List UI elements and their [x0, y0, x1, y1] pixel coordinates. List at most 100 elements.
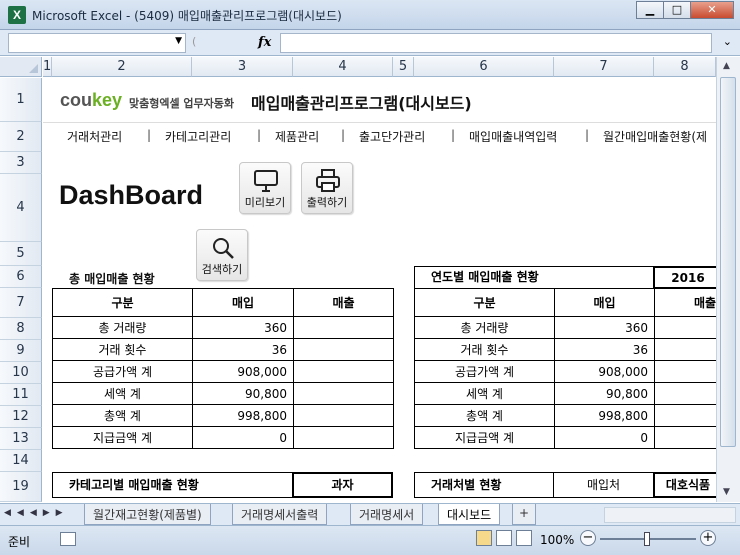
normal-view-icon[interactable] — [476, 530, 492, 546]
zoom-slider-thumb[interactable] — [644, 532, 650, 546]
horizontal-scrollbar[interactable] — [604, 507, 736, 523]
row-header[interactable]: 10 — [0, 362, 42, 384]
row-header[interactable]: 8 — [0, 318, 42, 340]
column-title[interactable]: 매출 — [654, 288, 716, 317]
row-label[interactable]: 세액 계 — [52, 382, 193, 405]
menu-category-management[interactable]: 카테고리관리 — [165, 128, 231, 145]
zoom-level[interactable]: 100% — [540, 533, 574, 547]
row-label[interactable]: 지급금액 계 — [414, 426, 555, 449]
sell-value[interactable] — [293, 426, 394, 449]
sell-value[interactable] — [654, 426, 716, 449]
row-header[interactable]: 14 — [0, 450, 42, 472]
row-header[interactable]: 9 — [0, 340, 42, 362]
row-header[interactable]: 2 — [0, 122, 42, 152]
menu-price-management[interactable]: 출고단가관리 — [359, 128, 425, 145]
maximize-icon[interactable]: □ — [663, 1, 691, 19]
column-header[interactable]: 7 — [554, 57, 654, 77]
sell-value[interactable] — [293, 360, 394, 383]
buy-value[interactable]: 90,800 — [192, 382, 294, 405]
column-title[interactable]: 매출 — [293, 288, 394, 317]
sell-value[interactable] — [293, 382, 394, 405]
row-header[interactable]: 3 — [0, 152, 42, 174]
tab-invoice-print[interactable]: 거래명세서출력 — [232, 504, 328, 525]
row-label[interactable]: 거래 횟수 — [52, 338, 193, 361]
close-icon[interactable]: ✕ — [690, 1, 734, 19]
column-header[interactable]: 6 — [414, 57, 554, 77]
tab-navigation-icons[interactable]: ◀◀◀▶▶ — [4, 508, 69, 518]
select-all-button[interactable] — [0, 57, 42, 77]
row-header[interactable]: 19 — [0, 472, 42, 502]
name-box[interactable]: ▼ — [8, 33, 186, 53]
scrollbar-thumb[interactable] — [720, 77, 736, 447]
page-break-view-icon[interactable] — [516, 530, 532, 546]
year-selector[interactable]: 2016 — [653, 266, 716, 289]
sell-value[interactable] — [654, 338, 716, 361]
column-header[interactable]: 3 — [192, 57, 293, 77]
search-button[interactable]: 검색하기 — [196, 229, 248, 281]
zoom-out-icon[interactable]: − — [580, 530, 596, 546]
row-header[interactable]: 5 — [0, 242, 42, 266]
row-label[interactable]: 세액 계 — [414, 382, 555, 405]
insert-function-icon[interactable]: fx — [258, 35, 271, 50]
page-layout-view-icon[interactable] — [496, 530, 512, 546]
buy-value[interactable]: 0 — [192, 426, 294, 449]
scroll-down-icon[interactable]: ▼ — [723, 487, 730, 497]
menu-transaction-input[interactable]: 매입매출내역입력 — [469, 128, 557, 145]
buy-value[interactable]: 998,800 — [554, 404, 655, 427]
row-label[interactable]: 총액 계 — [414, 404, 555, 427]
sell-value[interactable] — [293, 404, 394, 427]
sell-value[interactable] — [654, 382, 716, 405]
formula-input[interactable] — [280, 33, 712, 53]
row-header[interactable]: 12 — [0, 406, 42, 428]
tab-monthly-inventory[interactable]: 월간재고현황(제품별) — [84, 504, 211, 525]
expand-formula-bar-icon[interactable]: ⌄ — [723, 35, 732, 48]
buy-value[interactable]: 360 — [192, 316, 294, 339]
sell-value[interactable] — [654, 404, 716, 427]
sell-value[interactable] — [654, 360, 716, 383]
menu-product-management[interactable]: 제품관리 — [275, 128, 319, 145]
preview-button[interactable]: 미리보기 — [239, 162, 291, 214]
row-label[interactable]: 지급금액 계 — [52, 426, 193, 449]
column-header[interactable]: 2 — [52, 57, 192, 77]
sell-value[interactable] — [293, 316, 394, 339]
row-header[interactable]: 6 — [0, 266, 42, 288]
row-label[interactable]: 총 거래량 — [52, 316, 193, 339]
row-label[interactable]: 총액 계 — [52, 404, 193, 427]
row-label[interactable]: 공급가액 계 — [52, 360, 193, 383]
buy-value[interactable]: 36 — [192, 338, 294, 361]
excel-app-icon[interactable]: X — [8, 6, 26, 24]
row-label[interactable]: 총 거래량 — [414, 316, 555, 339]
row-header[interactable]: 1 — [0, 78, 42, 122]
menu-vendor-management[interactable]: 거래처관리 — [67, 128, 122, 145]
buy-value[interactable]: 0 — [554, 426, 655, 449]
minimize-icon[interactable]: ▁ — [636, 1, 664, 19]
buy-value[interactable]: 908,000 — [192, 360, 294, 383]
column-title[interactable]: 매입 — [192, 288, 294, 317]
column-header[interactable]: 1 — [43, 57, 52, 77]
buy-value[interactable]: 908,000 — [554, 360, 655, 383]
row-header[interactable]: 4 — [0, 174, 42, 242]
menu-monthly-status[interactable]: 월간매입매출현황(제 — [603, 128, 707, 145]
insert-sheet-icon[interactable]: + — [512, 504, 537, 525]
vendor-type[interactable]: 매입처 — [553, 472, 654, 498]
category-selector[interactable]: 과자 — [292, 472, 393, 498]
row-label[interactable]: 공급가액 계 — [414, 360, 555, 383]
row-header[interactable]: 7 — [0, 288, 42, 318]
column-header[interactable]: 4 — [293, 57, 393, 77]
sell-value[interactable] — [293, 338, 394, 361]
row-label[interactable]: 거래 횟수 — [414, 338, 555, 361]
buy-value[interactable]: 998,800 — [192, 404, 294, 427]
column-title[interactable]: 매입 — [554, 288, 655, 317]
row-header[interactable]: 13 — [0, 428, 42, 450]
chevron-down-icon[interactable]: ▼ — [175, 36, 182, 46]
vertical-scrollbar[interactable]: ▲ ▼ — [716, 57, 740, 502]
macro-record-icon[interactable] — [60, 532, 76, 546]
sell-value[interactable] — [654, 316, 716, 339]
tab-invoice[interactable]: 거래명세서 — [350, 504, 424, 525]
column-header[interactable]: 8 — [654, 57, 716, 77]
buy-value[interactable]: 36 — [554, 338, 655, 361]
buy-value[interactable]: 360 — [554, 316, 655, 339]
column-title[interactable]: 구분 — [52, 288, 193, 317]
buy-value[interactable]: 90,800 — [554, 382, 655, 405]
tab-dashboard[interactable]: 대시보드 — [438, 504, 501, 525]
